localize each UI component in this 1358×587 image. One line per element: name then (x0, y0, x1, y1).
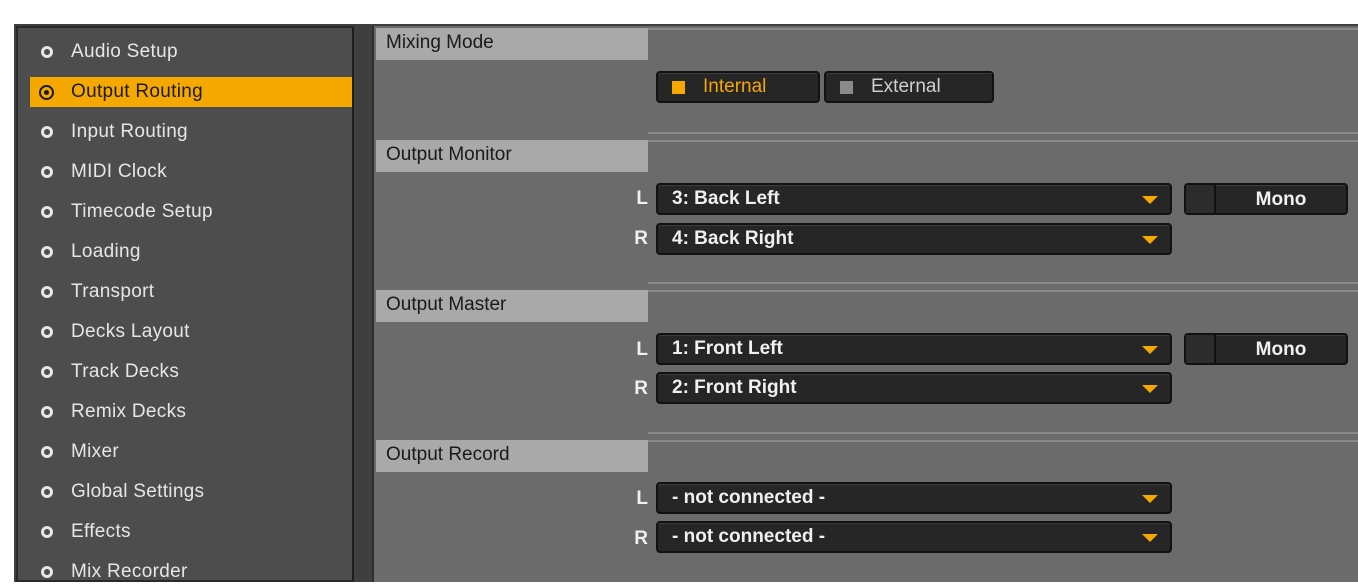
left-channel-label: L (636, 339, 648, 360)
sidebar-item-timecode-setup[interactable]: Timecode Setup (30, 197, 352, 227)
bullet-icon (41, 206, 53, 218)
section-title-output-master: Output Master (376, 290, 648, 322)
sidebar-item-loading[interactable]: Loading (30, 237, 352, 267)
sidebar-item-label: Input Routing (71, 121, 188, 142)
bullet-icon (41, 566, 53, 578)
external-mode-label: External (871, 76, 941, 97)
monitor-mono-button[interactable]: Mono (1184, 183, 1348, 215)
sidebar-item-label: Effects (71, 521, 131, 542)
sidebar-item-label: Audio Setup (71, 41, 178, 62)
bullet-icon (41, 326, 53, 338)
sidebar-item-transport[interactable]: Transport (30, 277, 352, 307)
section-divider (648, 290, 1358, 292)
sidebar-item-track-decks[interactable]: Track Decks (30, 357, 352, 387)
section-divider (648, 432, 1358, 434)
sidebar-item-remix-decks[interactable]: Remix Decks (30, 397, 352, 427)
mono-label: Mono (1255, 189, 1307, 210)
sidebar-item-global-settings[interactable]: Global Settings (30, 477, 352, 507)
section-divider (648, 440, 1358, 442)
internal-mode-label: Internal (703, 76, 767, 97)
external-mode-button[interactable]: External (824, 71, 994, 103)
sidebar-item-label: Remix Decks (71, 401, 187, 422)
dropdown-value: 3: Back Left (672, 188, 780, 209)
bullet-icon (41, 46, 53, 58)
sidebar-item-label: Transport (71, 281, 155, 302)
dropdown-arrow-icon (1142, 495, 1158, 503)
bullet-icon (41, 366, 53, 378)
master-mono-button[interactable]: Mono (1184, 333, 1348, 365)
sidebar-item-label: Loading (71, 241, 141, 262)
bullet-icon (41, 446, 53, 458)
dropdown-arrow-icon (1142, 196, 1158, 204)
bullet-icon (41, 246, 53, 258)
inactive-indicator-icon (840, 80, 853, 94)
dropdown-arrow-icon (1142, 534, 1158, 542)
right-channel-label: R (634, 378, 648, 399)
preferences-sidebar: Audio Setup Output Routing Input Routing… (16, 26, 354, 582)
sidebar-item-audio-setup[interactable]: Audio Setup (30, 37, 352, 67)
sidebar-item-output-routing[interactable]: Output Routing (30, 77, 352, 107)
sidebar-item-decks-layout[interactable]: Decks Layout (30, 317, 352, 347)
record-left-dropdown[interactable]: - not connected - (656, 482, 1172, 514)
sidebar-item-label: Output Routing (71, 81, 204, 102)
dropdown-value: - not connected - (672, 526, 826, 547)
bullet-icon (41, 526, 53, 538)
bullet-selected-icon (39, 84, 54, 100)
bullet-icon (41, 166, 53, 178)
dropdown-value: 4: Back Right (672, 228, 794, 249)
section-divider (648, 132, 1358, 134)
monitor-left-dropdown[interactable]: 3: Back Left (656, 183, 1172, 215)
mono-indicator-icon (1186, 335, 1216, 363)
sidebar-item-label: Mix Recorder (71, 561, 188, 582)
sidebar-item-label: Mixer (71, 441, 119, 462)
dropdown-arrow-icon (1142, 236, 1158, 244)
sidebar-item-label: MIDI Clock (71, 161, 167, 182)
master-left-dropdown[interactable]: 1: Front Left (656, 333, 1172, 365)
right-channel-label: R (634, 528, 648, 549)
section-title-mixing-mode: Mixing Mode (376, 28, 648, 60)
section-divider (648, 140, 1358, 142)
left-channel-label: L (636, 488, 648, 509)
output-routing-panel: Mixing Mode Internal External Output Mon… (372, 26, 1358, 582)
sidebar-item-mixer[interactable]: Mixer (30, 437, 352, 467)
sidebar-item-mix-recorder[interactable]: Mix Recorder (30, 557, 352, 587)
bullet-icon (41, 406, 53, 418)
sidebar-item-label: Track Decks (71, 361, 180, 382)
bullet-icon (41, 126, 53, 138)
internal-mode-button[interactable]: Internal (656, 71, 820, 103)
dropdown-arrow-icon (1142, 346, 1158, 354)
mono-label: Mono (1255, 339, 1307, 360)
record-right-dropdown[interactable]: - not connected - (656, 521, 1172, 553)
bullet-icon (41, 486, 53, 498)
sidebar-item-input-routing[interactable]: Input Routing (30, 117, 352, 147)
section-title-output-record: Output Record (376, 440, 648, 472)
bullet-icon (41, 286, 53, 298)
sidebar-item-label: Global Settings (71, 481, 205, 502)
active-indicator-icon (672, 80, 685, 94)
section-divider (648, 28, 1358, 30)
sidebar-item-label: Timecode Setup (71, 201, 213, 222)
dropdown-value: 1: Front Left (672, 338, 783, 359)
left-channel-label: L (636, 188, 648, 209)
mono-indicator-icon (1186, 185, 1216, 213)
sidebar-item-label: Decks Layout (71, 321, 190, 342)
sidebar-item-midi-clock[interactable]: MIDI Clock (30, 157, 352, 187)
monitor-right-dropdown[interactable]: 4: Back Right (656, 223, 1172, 255)
dropdown-value: - not connected - (672, 487, 826, 508)
section-divider (648, 282, 1358, 284)
dropdown-value: 2: Front Right (672, 377, 797, 398)
right-channel-label: R (634, 228, 648, 249)
dropdown-arrow-icon (1142, 385, 1158, 393)
section-title-output-monitor: Output Monitor (376, 140, 648, 172)
master-right-dropdown[interactable]: 2: Front Right (656, 372, 1172, 404)
sidebar-item-effects[interactable]: Effects (30, 517, 352, 547)
